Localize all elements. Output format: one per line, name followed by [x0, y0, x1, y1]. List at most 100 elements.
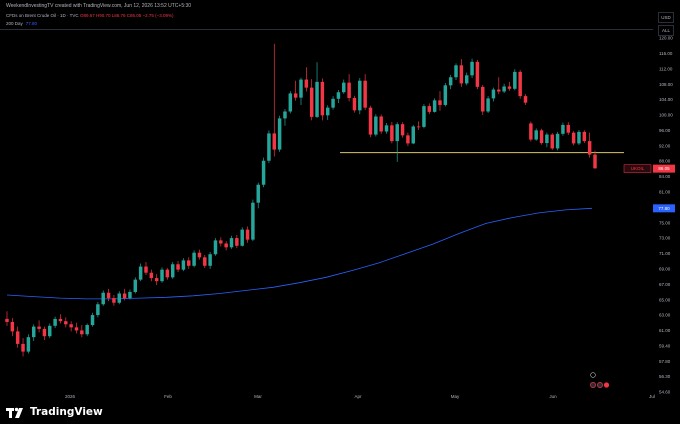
x-tick-label: 2026 — [65, 394, 76, 399]
candle — [507, 86, 512, 89]
candle — [160, 269, 164, 282]
event-markers — [590, 372, 610, 388]
candle — [566, 124, 571, 133]
y-tick-label: 57.80 — [659, 359, 671, 364]
y-tick-label: 81.00 — [659, 190, 671, 195]
y-tick-label: 100.00 — [659, 113, 673, 118]
y-tick-label: 54.60 — [659, 390, 671, 395]
candle — [293, 93, 298, 98]
candle — [213, 240, 218, 255]
candle — [368, 107, 373, 135]
moving-average-line — [6, 207, 593, 300]
y-tick-label: 63.00 — [659, 313, 671, 318]
candle — [470, 61, 474, 76]
event-marker-icon — [597, 382, 603, 388]
candle — [518, 71, 522, 97]
candle — [390, 125, 394, 142]
candle — [144, 266, 148, 273]
event-marker-icon — [590, 372, 596, 378]
candle — [587, 141, 592, 155]
candle — [309, 87, 314, 117]
candle — [358, 80, 362, 111]
tradingview-branding[interactable]: TradingView — [6, 404, 103, 420]
candle — [251, 202, 255, 240]
x-tick-label: Apr — [354, 394, 362, 399]
candle — [555, 133, 560, 149]
y-tick-label: 116.00 — [659, 51, 673, 56]
y-tick-label: 69.00 — [659, 266, 671, 271]
candle — [299, 79, 303, 98]
candle — [106, 292, 111, 299]
y-tick-label: 67.00 — [659, 282, 671, 287]
candle — [411, 126, 415, 144]
candle — [58, 318, 63, 322]
candle — [432, 100, 437, 112]
candle — [438, 100, 442, 105]
candle — [128, 291, 132, 299]
candle — [395, 124, 399, 142]
candle — [400, 124, 405, 136]
candle — [176, 264, 180, 270]
candle — [117, 293, 121, 303]
ma-price-label-value: 77.80 — [658, 206, 670, 211]
candle — [122, 293, 127, 299]
candle — [245, 229, 250, 240]
candle — [267, 133, 271, 161]
candle — [497, 89, 501, 92]
candle — [37, 326, 41, 329]
candle — [561, 124, 565, 134]
y-tick-label: 59.40 — [659, 343, 671, 348]
y-tick-label: 112.00 — [659, 66, 673, 71]
price-label-value: 86.05 — [658, 166, 670, 171]
candle — [149, 272, 154, 279]
candle — [577, 131, 581, 144]
candle — [384, 125, 389, 132]
candle — [491, 89, 496, 99]
candle — [15, 331, 20, 344]
candle — [336, 92, 341, 99]
candle — [448, 77, 453, 86]
candle — [48, 325, 52, 337]
tradingview-logo-icon — [6, 407, 23, 418]
y-tick-label: 88.00 — [659, 159, 671, 164]
candle — [170, 264, 175, 278]
candle — [90, 315, 95, 326]
candle — [550, 134, 554, 149]
candle — [80, 330, 84, 335]
candle — [406, 135, 410, 144]
price-chart[interactable]: 54.60 56.30 57.80 59.40 61.00 63.00 65.00 67.00… — [0, 0, 680, 424]
candle — [464, 75, 469, 84]
x-axis: 2026 Feb Mar Apr May Jun Jul — [65, 394, 655, 399]
candle — [427, 106, 432, 112]
candle — [203, 257, 207, 266]
candle — [502, 86, 506, 92]
candle — [486, 98, 490, 112]
candle — [10, 321, 15, 332]
y-axis: 54.60 56.30 57.80 59.40 61.00 63.00 65.00 67.00… — [659, 36, 673, 395]
candle — [138, 266, 143, 280]
x-tick-label: Jul — [649, 394, 655, 399]
x-tick-label: Jun — [549, 394, 557, 399]
candle — [165, 269, 170, 278]
candle — [320, 81, 325, 116]
candle — [224, 243, 228, 248]
candle — [422, 106, 426, 127]
candle — [288, 93, 293, 112]
candle — [513, 71, 517, 89]
candle — [229, 238, 234, 248]
candle — [315, 81, 319, 117]
candle — [582, 131, 587, 142]
candle — [593, 154, 597, 169]
candle — [235, 238, 239, 246]
candle — [181, 260, 186, 270]
candle — [154, 278, 159, 282]
candle — [352, 98, 357, 111]
y-tick-label: 75.00 — [659, 220, 671, 225]
candle — [112, 298, 116, 303]
candle — [197, 252, 202, 258]
candle — [459, 65, 464, 84]
candle — [26, 337, 31, 352]
candle — [256, 184, 260, 203]
tradingview-name: TradingView — [30, 406, 103, 418]
y-tick-label: 108.00 — [659, 82, 673, 87]
